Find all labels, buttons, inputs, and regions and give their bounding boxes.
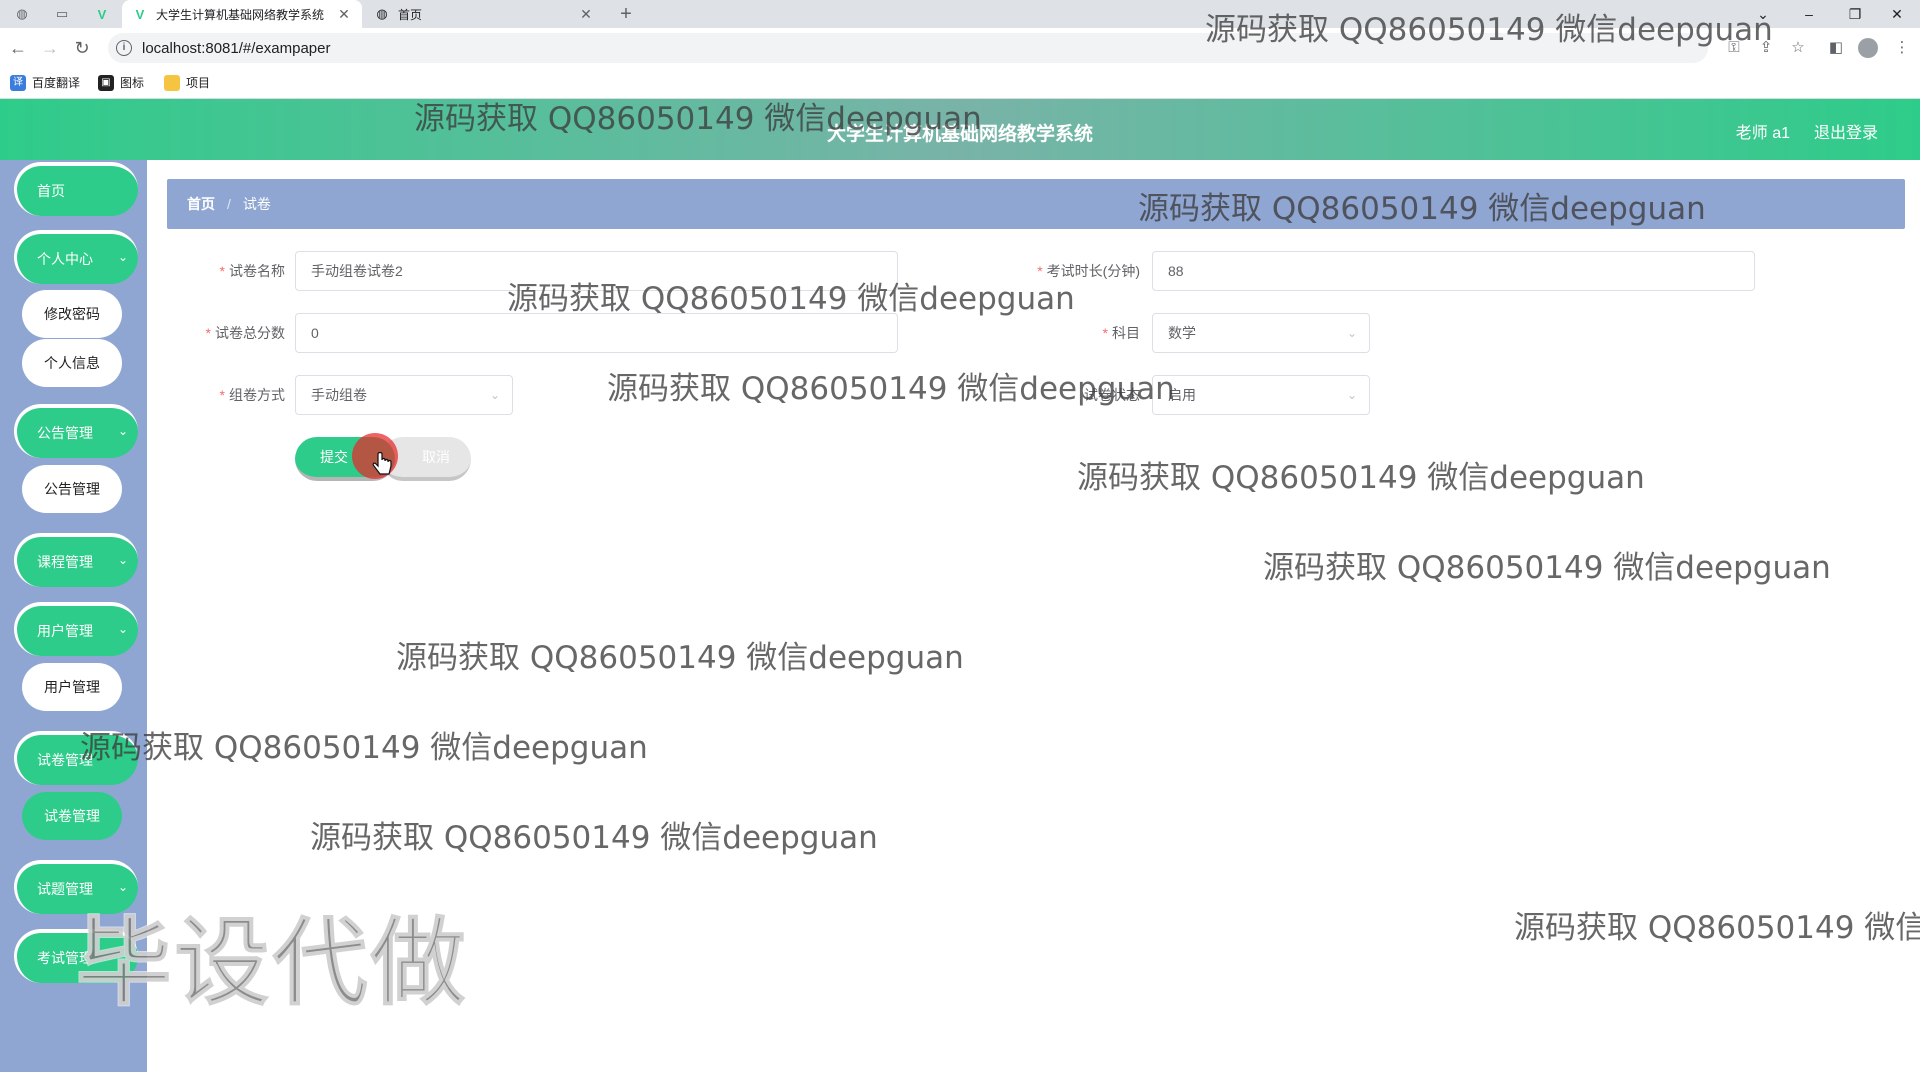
side-panel-icon[interactable]: ◧ [1824, 36, 1848, 60]
method-select[interactable]: 手动组卷 ⌄ [295, 375, 513, 415]
total-score-label: * 试卷总分数 [205, 325, 285, 341]
image-icon: ▣ [98, 74, 114, 91]
method-label: * 组卷方式 [219, 387, 285, 403]
watermark: 源码获取 QQ86050149 微信d [1514, 910, 1920, 946]
paper-name-label: * 试卷名称 [219, 263, 285, 279]
new-tab-button[interactable]: + [614, 2, 638, 26]
watermark: 源码获取 QQ86050149 微信deepguan [80, 730, 648, 766]
tab-home[interactable]: ◍ 首页 ✕ [364, 0, 604, 28]
vue-logo-icon[interactable]: V [90, 4, 114, 24]
chevron-down-icon: ⌄ [1346, 388, 1357, 402]
sidebar-item-label: 公告管理 [37, 425, 93, 441]
globe-icon: ◍ [376, 6, 388, 21]
sidebar-subitem-change-password[interactable]: 修改密码 [22, 290, 122, 338]
close-tab-icon[interactable]: ✕ [336, 6, 352, 23]
status-select[interactable]: 启用 ⌄ [1152, 375, 1370, 415]
watermark: 源码获取 QQ86050149 微信deepguan [1077, 460, 1645, 496]
watermark: 源码获取 QQ86050149 微信deepguan [607, 371, 1175, 407]
minimize-button[interactable]: – [1786, 0, 1832, 28]
sidebar-subitem-paper-mgmt[interactable]: 试卷管理 [22, 792, 122, 840]
watermark: 源码获取 QQ86050149 微信deepguan [1263, 550, 1831, 586]
sidebar-item-label: 首页 [37, 183, 65, 199]
sidebar-item-home[interactable]: 首页 [14, 162, 138, 216]
subject-label: * 科目 [1102, 325, 1140, 341]
sidebar-item-label: 用户管理 [44, 679, 100, 695]
watermark: 源码获取 QQ86050149 微信deepguan [310, 820, 878, 856]
reload-icon[interactable]: ↻ [70, 36, 94, 60]
star-icon[interactable]: ☆ [1786, 36, 1810, 60]
watermark: 源码获取 QQ86050149 微信deepguan [1205, 12, 1773, 48]
bookmark-label: 百度翻译 [32, 76, 81, 90]
bookmark-label: 项目 [186, 76, 211, 90]
close-window-button[interactable]: ✕ [1874, 0, 1920, 28]
sidebar-item-label: 个人信息 [44, 355, 100, 371]
close-tab-icon[interactable]: ✕ [578, 6, 594, 23]
chevron-down-icon: ⌄ [117, 424, 128, 438]
duration-input[interactable]: 88 [1152, 251, 1755, 291]
hand-cursor-icon [372, 452, 392, 475]
tab-exampaper[interactable]: V 大学生计算机基础网络教学系统 ✕ [122, 0, 362, 28]
watermark: 源码获取 QQ86050149 微信deepguan [1138, 191, 1706, 227]
current-user: 老师 a1 [1735, 125, 1790, 142]
breadcrumb-home[interactable]: 首页 [187, 194, 215, 214]
watermark: 源码获取 QQ86050149 微信deepguan [507, 281, 1075, 317]
sidebar-subitem-notice-mgmt[interactable]: 公告管理 [22, 465, 122, 513]
watermark: 源码获取 QQ86050149 微信deepguan [414, 101, 982, 137]
watermark: 源码获取 QQ86050149 微信deepguan [396, 640, 964, 676]
sidebar-item-label: 修改密码 [44, 306, 100, 322]
forward-icon[interactable]: → [38, 36, 62, 60]
chevron-down-icon: ⌄ [117, 622, 128, 636]
bookmark-label: 图标 [120, 76, 145, 90]
sidebar-item-label: 个人中心 [37, 251, 93, 267]
kebab-menu-icon[interactable]: ⋮ [1890, 36, 1914, 60]
breadcrumb-separator: / [227, 196, 231, 212]
sidebar-item-label: 课程管理 [37, 554, 93, 570]
site-info-icon[interactable]: i [116, 40, 132, 56]
logout-link[interactable]: 退出登录 [1814, 119, 1878, 143]
vue-logo-icon: V [135, 6, 145, 22]
chevron-down-icon: ⌄ [117, 250, 128, 264]
profile-avatar-icon[interactable] [1858, 38, 1878, 58]
sidebar-item-label: 用户管理 [37, 623, 93, 639]
bookmark-project[interactable]: 项目 [164, 74, 210, 91]
breadcrumb-current: 试卷 [242, 196, 271, 212]
folder-icon [164, 74, 180, 91]
subject-select[interactable]: 数学 ⌄ [1152, 313, 1370, 353]
total-score-input[interactable]: 0 [295, 313, 898, 353]
sidebar-item-notice-mgmt[interactable]: 公告管理 ⌄ [14, 404, 138, 458]
sidebar-item-label: 公告管理 [44, 481, 100, 497]
sidebar-subitem-personal-info[interactable]: 个人信息 [22, 339, 122, 387]
sidebar-item-course-mgmt[interactable]: 课程管理 ⌄ [14, 533, 138, 587]
globe-icon[interactable]: ◍ [10, 4, 34, 24]
restore-button[interactable]: ❐ [1832, 0, 1878, 28]
tab-title: 大学生计算机基础网络教学系统 [156, 7, 325, 22]
sidebar-item-user-mgmt[interactable]: 用户管理 ⌄ [14, 602, 138, 656]
chevron-down-icon: ⌄ [489, 388, 500, 402]
sidebar-item-personal-center[interactable]: 个人中心 ⌄ [14, 230, 138, 284]
bookmark-baidu-translate[interactable]: 译 百度翻译 [10, 74, 80, 91]
sidebar-subitem-user-mgmt[interactable]: 用户管理 [22, 663, 122, 711]
chevron-down-icon: ⌄ [1346, 326, 1357, 340]
url-text[interactable]: localhost:8081/#/exampaper [142, 40, 330, 57]
tab-title: 首页 [398, 7, 423, 22]
big-watermark: 毕设代做 [75, 906, 468, 1020]
bookmark-icons[interactable]: ▣ 图标 [98, 74, 144, 91]
translate-icon: 译 [10, 74, 26, 91]
back-icon[interactable]: ← [6, 36, 30, 60]
chevron-down-icon: ⌄ [117, 553, 128, 567]
sidebar-item-label: 试卷管理 [44, 808, 100, 824]
blank-tab-icon[interactable]: ▭ [50, 4, 74, 24]
